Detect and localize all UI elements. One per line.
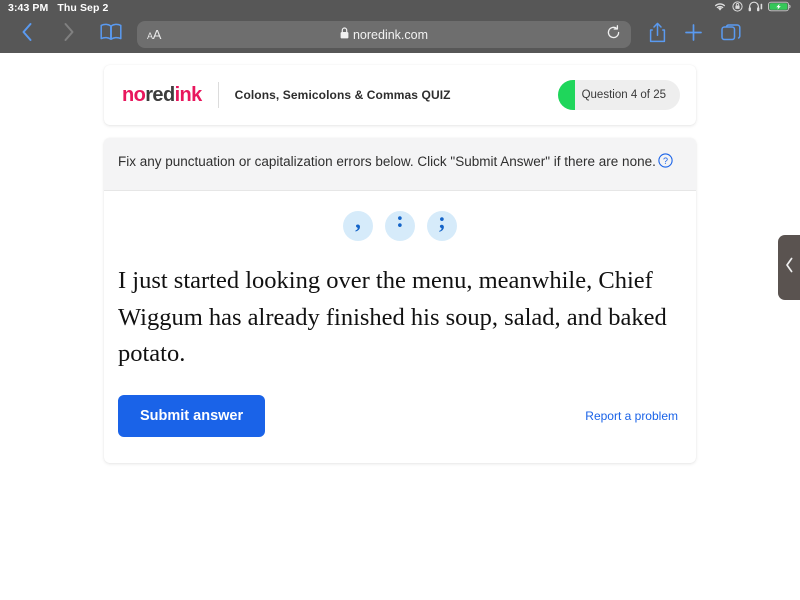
bookmarks-button[interactable] [96,20,126,50]
status-date: Thu Sep 2 [57,2,109,14]
url-display: noredink.com [137,26,631,44]
help-circle-icon[interactable]: ? [658,153,673,175]
reload-button[interactable] [606,24,621,45]
headphones-icon [748,0,763,17]
quiz-title: Colons, Semicolons & Commas QUIZ [234,88,451,102]
report-problem-link[interactable]: Report a problem [585,409,682,423]
question-progress-badge: Question 4 of 25 [557,80,680,110]
instructions-panel: Fix any punctuation or capitalization er… [104,138,696,191]
wifi-icon [713,0,727,17]
chevron-left-icon [21,22,33,47]
quiz-container: noredink Colons, Semicolons & Commas QUI… [104,65,696,464]
url-text: noredink.com [352,27,429,42]
logo-part-no: no [122,83,146,106]
share-icon [649,22,666,47]
chevron-left-icon [785,257,794,278]
header-divider [217,82,219,108]
lock-icon [340,26,349,44]
submit-answer-button[interactable]: Submit answer [118,395,266,438]
noredink-logo[interactable]: noredink [122,84,202,107]
logo-part-ink: ink [174,83,203,106]
book-icon [100,23,122,46]
quiz-header-card: noredink Colons, Semicolons & Commas QUI… [104,65,696,125]
new-tab-button[interactable] [684,23,703,47]
question-sentence[interactable]: I just started looking over the menu, me… [104,247,696,379]
chevron-right-icon [63,22,75,47]
quiz-actions: Submit answer Report a problem [104,379,696,463]
text-size-button[interactable]: AA [147,27,161,42]
show-tabs-button[interactable] [721,22,741,47]
progress-indicator [557,80,575,110]
back-button[interactable] [12,20,42,50]
comma-glyph: , [355,208,361,234]
edge-drawer-toggle[interactable] [778,235,800,300]
toolbar-right-actions [649,22,741,48]
logo-part-red: red [145,83,175,106]
comma-button[interactable]: , [343,208,373,241]
punctuation-button-row: , : ; [104,191,696,247]
url-bar[interactable]: AA noredink.com [137,21,631,48]
text-size-large-label: A [152,27,162,42]
share-button[interactable] [649,22,666,48]
ipad-browser-chrome: 3:43 PM Thu Sep 2 A A noredink.com [0,0,800,53]
question-counter-label: Question 4 of 25 [581,89,666,101]
battery-charging-icon [768,0,792,17]
plus-icon [684,23,703,46]
svg-text:?: ? [663,156,668,166]
status-bar-right [713,0,792,17]
page-content: noredink Colons, Semicolons & Commas QUI… [0,53,800,600]
quiz-main-card: Fix any punctuation or capitalization er… [104,138,696,464]
tabs-icon [721,24,741,46]
colon-glyph: : [396,207,404,233]
status-time: 3:43 PM [8,2,49,14]
instructions-text-wrap: Fix any punctuation or capitalization er… [118,152,678,175]
forward-button[interactable] [54,20,84,50]
rotation-lock-icon [732,0,743,17]
browser-toolbar: AA noredink.com [0,16,800,53]
semicolon-button[interactable]: ; [427,208,457,241]
semicolon-glyph: ; [438,208,446,234]
colon-button[interactable]: : [385,207,415,241]
status-bar: 3:43 PM Thu Sep 2 [0,0,800,16]
status-bar-left: 3:43 PM Thu Sep 2 [8,2,108,14]
reload-icon [606,24,621,45]
instructions-text: Fix any punctuation or capitalization er… [118,154,656,169]
